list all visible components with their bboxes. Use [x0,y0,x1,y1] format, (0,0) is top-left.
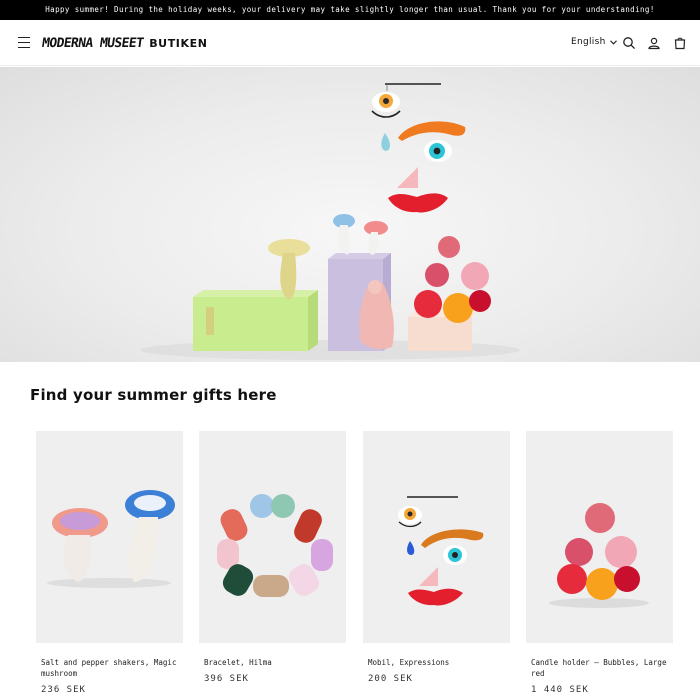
cart-icon[interactable] [673,36,687,50]
product-card[interactable]: Salt and pepper shakers, Magic mushroom … [36,431,183,695]
product-card[interactable]: Bracelet, Hilma 396 SEK [199,431,346,684]
product-name[interactable]: Candle holder – Bubbles, Large red [531,657,669,679]
product-name[interactable]: Salt and pepper shakers, Magic mushroom [41,657,179,679]
chevron-down-icon [609,39,617,45]
hamburger-menu-icon[interactable] [18,37,30,49]
language-selector[interactable]: English [571,37,617,47]
logo-subtitle: BUTIKEN [149,36,208,50]
language-label: English [571,37,606,47]
site-logo[interactable]: Moderna Museet BUTIKEN [40,34,208,52]
hero-image [140,83,520,360]
product-name[interactable]: Mobil, Expressions [368,657,506,668]
product-price: 236 SEK [41,685,86,695]
site-header: Moderna Museet BUTIKEN English [0,20,700,66]
product-price: 1 440 SEK [531,685,589,695]
logo-wordmark: Moderna Museet [40,35,145,51]
product-name[interactable]: Bracelet, Hilma [204,657,342,668]
section-title: Find your summer gifts here [30,386,277,404]
product-image[interactable] [36,431,183,643]
product-image[interactable] [199,431,346,643]
search-icon[interactable] [622,36,636,50]
product-image[interactable] [526,431,673,643]
product-price: 396 SEK [204,674,249,684]
user-icon[interactable] [647,36,661,50]
product-price: 200 SEK [368,674,413,684]
product-card[interactable]: Mobil, Expressions 200 SEK [363,431,510,684]
product-card[interactable]: Candle holder – Bubbles, Large red 1 440… [526,431,673,695]
hero-banner[interactable] [0,67,700,362]
product-image[interactable] [363,431,510,643]
announcement-bar: Happy summer! During the holiday weeks, … [0,0,700,20]
